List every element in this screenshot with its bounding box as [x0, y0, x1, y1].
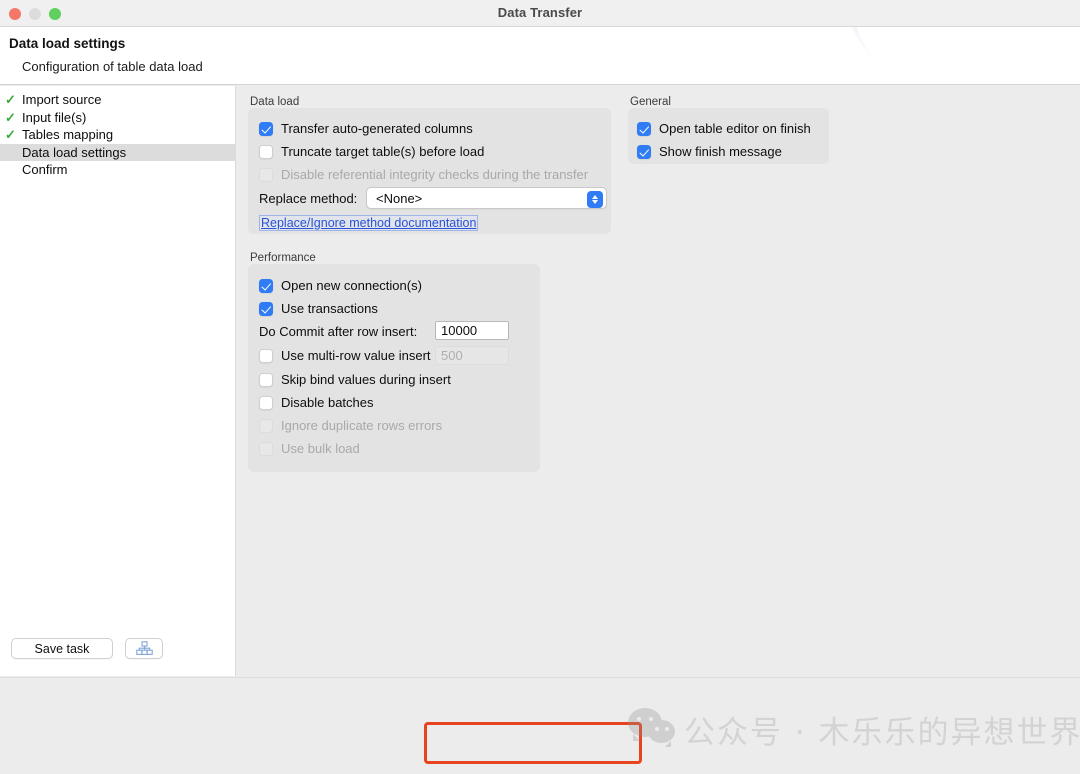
- hierarchy-icon-button[interactable]: [125, 638, 163, 659]
- checkbox-label: Use multi-row value insert: [281, 348, 431, 363]
- sidebar-item-label: Confirm: [22, 162, 68, 177]
- checkbox-disable-referential-integrity: Disable referential integrity checks dur…: [259, 167, 588, 182]
- window-title: Data Transfer: [497, 5, 583, 20]
- checkbox-ignore-duplicate-rows-errors: Ignore duplicate rows errors: [259, 418, 442, 433]
- checkbox-label: Truncate target table(s) before load: [281, 144, 485, 159]
- settings-content: Data load Transfer auto-generated column…: [237, 86, 1080, 676]
- replace-ignore-doc-link[interactable]: Replace/Ignore method documentation: [259, 215, 479, 231]
- sidebar-item-import-source[interactable]: ✓ Import source: [0, 91, 236, 109]
- sidebar-item-confirm[interactable]: Confirm: [0, 161, 236, 179]
- window-titlebar: Data Transfer: [0, 0, 1080, 27]
- sidebar-actions: Save task: [11, 638, 163, 659]
- save-task-button[interactable]: Save task: [11, 638, 113, 659]
- checkbox-label: Show finish message: [659, 144, 782, 159]
- decorative-swoosh-overlay: [854, 27, 1080, 84]
- hierarchy-icon: [135, 641, 153, 655]
- checkbox-indicator: [259, 441, 273, 456]
- checkbox-indicator[interactable]: [637, 144, 651, 159]
- wizard-sidebar: ✓ Import source ✓ Input file(s) ✓ Tables…: [0, 86, 236, 676]
- performance-group-label: Performance: [250, 252, 316, 264]
- checkbox-truncate-target-tables[interactable]: Truncate target table(s) before load: [259, 144, 484, 159]
- replace-method-select[interactable]: <None>: [366, 187, 607, 209]
- checkbox-label: Ignore duplicate rows errors: [281, 418, 443, 433]
- page-title: Data load settings: [9, 36, 126, 51]
- sidebar-item-label: Data load settings: [22, 144, 127, 160]
- checkbox-use-multi-row-value-insert[interactable]: Use multi-row value insert: [259, 348, 431, 363]
- commit-after-rows-input[interactable]: 10000: [435, 321, 509, 340]
- checkbox-label: Disable batches: [281, 395, 374, 410]
- sidebar-item-label: Tables mapping: [22, 127, 114, 142]
- checkbox-label: Open new connection(s): [281, 278, 422, 293]
- checkbox-indicator[interactable]: [259, 121, 273, 136]
- wizard-header: Data load settings Configuration of tabl…: [0, 27, 1080, 85]
- checkbox-transfer-auto-generated-columns[interactable]: Transfer auto-generated columns: [259, 121, 473, 136]
- checkbox-label: Disable referential integrity checks dur…: [281, 167, 589, 182]
- check-icon: ✓: [5, 127, 16, 142]
- checkbox-disable-batches[interactable]: Disable batches: [259, 395, 374, 410]
- replace-method-label: Replace method:: [259, 191, 358, 206]
- checkbox-open-table-editor-on-finish[interactable]: Open table editor on finish: [637, 121, 811, 136]
- sidebar-item-label: Input file(s): [22, 109, 87, 125]
- checkbox-label: Open table editor on finish: [659, 121, 811, 136]
- checkbox-use-bulk-load: Use bulk load: [259, 441, 360, 456]
- checkbox-label: Use bulk load: [281, 441, 360, 456]
- checkbox-use-transactions[interactable]: Use transactions: [259, 301, 378, 316]
- checkbox-label: Skip bind values during insert: [281, 372, 451, 387]
- checkbox-label: Transfer auto-generated columns: [281, 121, 473, 136]
- commit-after-rows-label: Do Commit after row insert:: [259, 324, 418, 339]
- checkbox-indicator[interactable]: [259, 372, 273, 387]
- checkbox-indicator: [259, 167, 273, 182]
- window-body: ✓ Import source ✓ Input file(s) ✓ Tables…: [0, 86, 1080, 676]
- page-subtitle: Configuration of table data load: [22, 59, 203, 74]
- sidebar-item-tables-mapping[interactable]: ✓ Tables mapping: [0, 126, 236, 144]
- checkbox-skip-bind-values[interactable]: Skip bind values during insert: [259, 372, 451, 387]
- multi-row-size-input: 500: [435, 346, 509, 365]
- data-transfer-window: Data Transfer Data load settings Configu…: [0, 0, 1080, 774]
- checkbox-indicator[interactable]: [259, 395, 273, 410]
- sidebar-item-input-files[interactable]: ✓ Input file(s): [0, 109, 236, 127]
- checkbox-indicator[interactable]: [637, 121, 651, 136]
- checkbox-label: Use transactions: [281, 301, 378, 316]
- data-load-group-label: Data load: [250, 96, 300, 108]
- checkbox-indicator: [259, 418, 273, 433]
- checkbox-indicator[interactable]: [259, 301, 273, 316]
- wizard-step-list: ✓ Import source ✓ Input file(s) ✓ Tables…: [0, 91, 236, 179]
- checkbox-indicator[interactable]: [259, 144, 273, 159]
- replace-method-value: <None>: [376, 190, 423, 206]
- wizard-footer: < Back Proceed Cancel Next >: [0, 677, 1080, 774]
- checkbox-open-new-connections[interactable]: Open new connection(s): [259, 278, 422, 293]
- checkbox-indicator[interactable]: [259, 278, 273, 293]
- general-group-label: General: [630, 96, 671, 108]
- sidebar-item-label: Import source: [22, 92, 102, 107]
- check-icon: ✓: [5, 92, 16, 107]
- check-icon: ✓: [5, 109, 16, 125]
- checkbox-indicator[interactable]: [259, 348, 273, 363]
- sidebar-item-data-load-settings[interactable]: Data load settings: [0, 143, 236, 161]
- checkbox-show-finish-message[interactable]: Show finish message: [637, 144, 782, 159]
- chevron-updown-icon[interactable]: [587, 190, 603, 208]
